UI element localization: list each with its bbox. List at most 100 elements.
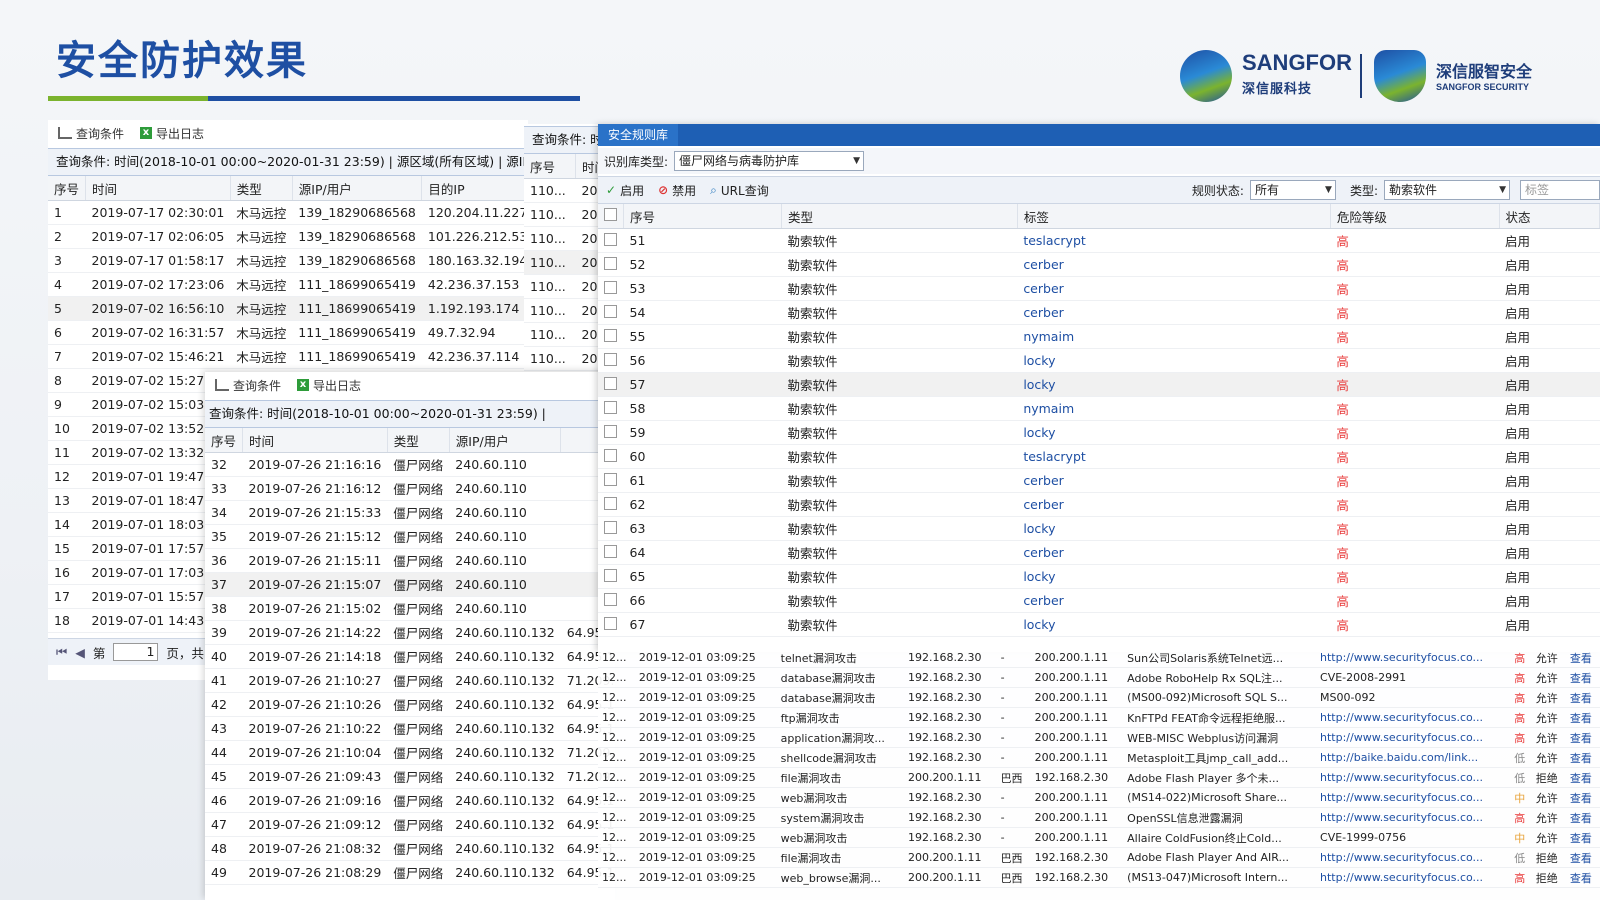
table-row[interactable]: 48 2019-07-26 21:08:32 僵尸网络 240.60.110.132 6… (205, 836, 615, 861)
first-page-icon[interactable]: ⏮ (56, 644, 67, 660)
query-condition-button[interactable]: 查询条件 (58, 125, 124, 142)
table-row[interactable]: 63 勒索软件 locky 高启用 (598, 516, 1600, 541)
prev-page-icon[interactable]: ◀ (75, 645, 85, 660)
row-checkbox-cell[interactable] (598, 228, 624, 253)
checkbox[interactable] (604, 232, 617, 246)
row-checkbox-cell[interactable] (598, 564, 624, 589)
table-row[interactable]: 44 2019-07-26 21:10:04 僵尸网络 240.60.110.132 7… (205, 740, 615, 765)
table-row[interactable]: 61 勒索软件 cerber 高启用 (598, 468, 1600, 493)
checkbox[interactable] (604, 616, 617, 630)
column-header[interactable]: 类型 (781, 204, 1018, 229)
table-row[interactable]: 12... 2019-12-01 03:09:25 web漏洞攻击 192.168.2… (598, 787, 1600, 808)
table-row[interactable]: 65 勒索软件 locky 高启用 (598, 564, 1600, 589)
checkbox[interactable] (604, 472, 617, 486)
checkbox[interactable] (604, 424, 617, 438)
table-row[interactable]: 57 勒索软件 locky 高启用 (598, 372, 1600, 397)
table-row[interactable]: 12... 2019-12-01 03:09:25 ftp漏洞攻击 192.168.2… (598, 707, 1600, 728)
table-row[interactable]: 7 2019-07-02 15:46:21 木马远控 111_18699065419 4… (48, 344, 528, 369)
column-header[interactable]: 源IP/用户 (292, 176, 423, 201)
row-checkbox-cell[interactable] (598, 612, 624, 637)
checkbox[interactable] (604, 592, 617, 606)
column-header[interactable]: 状态 (1499, 204, 1600, 229)
column-header[interactable]: 源IP/用户 (449, 428, 562, 453)
table-row[interactable]: 59 勒索软件 locky 高启用 (598, 420, 1600, 445)
row-checkbox-cell[interactable] (598, 516, 624, 541)
row-checkbox-cell[interactable] (598, 588, 624, 613)
url-query-button[interactable]: ⌕ URL查询 (710, 182, 769, 199)
table-row[interactable]: 12... 2019-12-01 03:09:25 file漏洞攻击 200.200.… (598, 767, 1600, 788)
row-checkbox-cell[interactable] (598, 420, 624, 445)
checkbox[interactable] (604, 256, 617, 270)
table-row[interactable]: 46 2019-07-26 21:09:16 僵尸网络 240.60.110.132 6… (205, 788, 615, 813)
table-row[interactable]: 12... 2019-12-01 03:09:25 file漏洞攻击 200.200.… (598, 847, 1600, 868)
disable-button[interactable]: ⊘ 禁用 (658, 182, 696, 199)
query-condition-button-2[interactable]: 查询条件 (215, 377, 281, 394)
column-header[interactable]: 类型 (387, 428, 450, 453)
table-row[interactable]: 1 2019-07-17 02:30:01 木马远控 139_18290686568 1… (48, 200, 528, 225)
table-row[interactable]: 34 2019-07-26 21:15:33 僵尸网络 240.60.110 (205, 500, 615, 525)
table-row[interactable]: 45 2019-07-26 21:09:43 僵尸网络 240.60.110.132 7… (205, 764, 615, 789)
table-row[interactable]: 53 勒索软件 cerber 高启用 (598, 276, 1600, 301)
table-row[interactable]: 37 2019-07-26 21:15:07 僵尸网络 240.60.110 (205, 572, 615, 597)
column-header[interactable]: 危险等级 (1330, 204, 1500, 229)
table-row[interactable]: 55 勒索软件 nymaim 高启用 (598, 324, 1600, 349)
table-row[interactable]: 4 2019-07-02 17:23:06 木马远控 111_18699065419 4… (48, 272, 528, 297)
table-row[interactable]: 47 2019-07-26 21:09:12 僵尸网络 240.60.110.132 6… (205, 812, 615, 837)
table-row[interactable]: 67 勒索软件 locky 高启用 (598, 612, 1600, 637)
column-header[interactable]: 序号 (623, 204, 783, 229)
select-all-cell[interactable] (598, 204, 624, 229)
row-checkbox-cell[interactable] (598, 372, 624, 397)
checkbox[interactable] (604, 520, 617, 534)
row-checkbox-cell[interactable] (598, 300, 624, 325)
table-row[interactable]: 3 2019-07-17 01:58:17 木马远控 139_18290686568 1… (48, 248, 528, 273)
checkbox[interactable] (604, 304, 617, 318)
table-row[interactable]: 12... 2019-12-01 03:09:25 web_browse漏洞... 2… (598, 867, 1600, 888)
table-row[interactable]: 56 勒索软件 locky 高启用 (598, 348, 1600, 373)
table-row[interactable]: 38 2019-07-26 21:15:02 僵尸网络 240.60.110 (205, 596, 615, 621)
checkbox[interactable] (604, 400, 617, 414)
row-checkbox-cell[interactable] (598, 348, 624, 373)
table-row[interactable]: 51 勒索软件 teslacrypt 高启用 (598, 228, 1600, 253)
row-checkbox-cell[interactable] (598, 540, 624, 565)
checkbox[interactable] (604, 496, 617, 510)
checkbox[interactable] (604, 376, 617, 390)
table-row[interactable]: 12... 2019-12-01 03:09:25 database漏洞攻击 192.… (598, 687, 1600, 708)
table-row[interactable]: 32 2019-07-26 21:16:16 僵尸网络 240.60.110 (205, 452, 615, 477)
row-checkbox-cell[interactable] (598, 396, 624, 421)
table-row[interactable]: 41 2019-07-26 21:10:27 僵尸网络 240.60.110.132 7… (205, 668, 615, 693)
tab-rule-library[interactable]: 安全规则库 (598, 124, 679, 146)
column-header[interactable]: 时间 (242, 428, 388, 453)
page-number-input[interactable]: 1 (113, 643, 159, 661)
column-header[interactable]: 类型 (230, 176, 293, 201)
checkbox[interactable] (604, 544, 617, 558)
row-checkbox-cell[interactable] (598, 492, 624, 517)
checkbox[interactable] (604, 352, 617, 366)
checkbox[interactable] (604, 328, 617, 342)
table-row[interactable]: 52 勒索软件 cerber 高启用 (598, 252, 1600, 277)
table-row[interactable]: 12... 2019-12-01 03:09:25 application漏洞攻..… (598, 727, 1600, 748)
table-row[interactable]: 12... 2019-12-01 03:09:25 telnet漏洞攻击 192.16… (598, 648, 1600, 668)
type-select[interactable]: 勒索软件 ▼ (1384, 180, 1510, 200)
table-row[interactable]: 12... 2019-12-01 03:09:25 web漏洞攻击 192.168.2… (598, 827, 1600, 848)
table-row[interactable]: 62 勒索软件 cerber 高启用 (598, 492, 1600, 517)
checkbox[interactable] (604, 448, 617, 462)
row-checkbox-cell[interactable] (598, 324, 624, 349)
table-row[interactable]: 58 勒索软件 nymaim 高启用 (598, 396, 1600, 421)
table-row[interactable]: 42 2019-07-26 21:10:26 僵尸网络 240.60.110.132 6… (205, 692, 615, 717)
tag-filter-input[interactable]: 标签 (1520, 180, 1600, 200)
table-row[interactable]: 6 2019-07-02 16:31:57 木马远控 111_18699065419 4… (48, 320, 528, 345)
table-row[interactable]: 64 勒索软件 cerber 高启用 (598, 540, 1600, 565)
column-header[interactable]: 时间 (85, 176, 231, 201)
library-type-select[interactable]: 僵尸网络与病毒防护库 ▼ (674, 151, 865, 171)
column-header[interactable]: 序号 (205, 428, 244, 453)
column-header[interactable]: 标签 (1017, 204, 1331, 229)
table-row[interactable]: 39 2019-07-26 21:14:22 僵尸网络 240.60.110.132 6… (205, 620, 615, 645)
export-log-button[interactable]: x 导出日志 (140, 125, 204, 142)
enable-button[interactable]: ✓ 启用 (606, 182, 644, 199)
table-row[interactable]: 36 2019-07-26 21:15:11 僵尸网络 240.60.110 (205, 548, 615, 573)
export-log-button-2[interactable]: x 导出日志 (297, 377, 361, 394)
column-header[interactable]: 序号 (524, 154, 577, 179)
column-header[interactable]: 序号 (48, 176, 87, 201)
row-checkbox-cell[interactable] (598, 468, 624, 493)
table-row[interactable]: 35 2019-07-26 21:15:12 僵尸网络 240.60.110 (205, 524, 615, 549)
